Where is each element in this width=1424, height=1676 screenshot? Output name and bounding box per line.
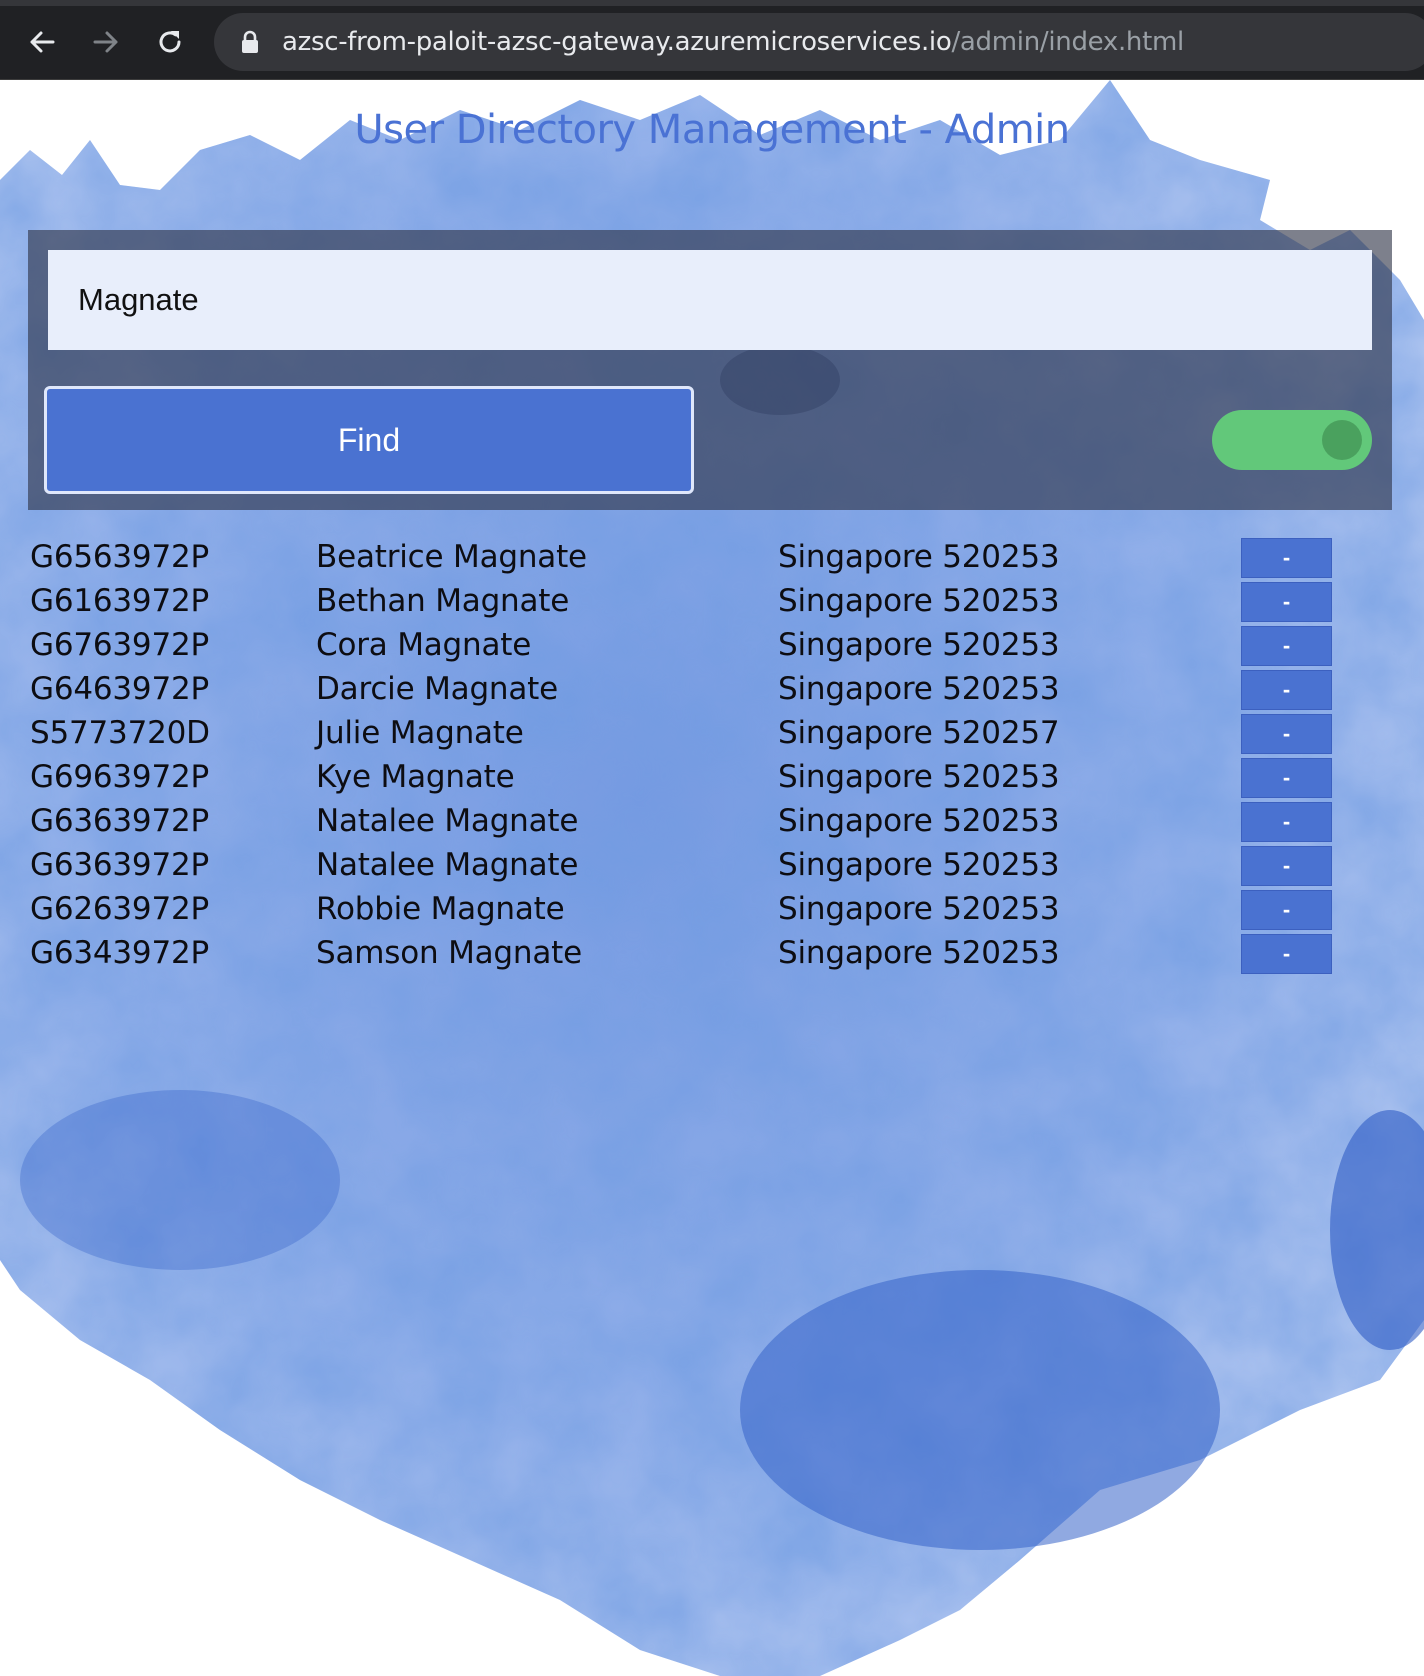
url-host: azsc-from-paloit-azsc-gateway.azuremicro… [282, 27, 952, 57]
user-name: Kye Magnate [316, 759, 515, 795]
user-id: G6763972P [30, 627, 209, 663]
back-arrow-icon[interactable] [20, 20, 64, 64]
lock-icon [242, 30, 258, 53]
result-row: G6343972P Samson Magnate Singapore 520253 - [0, 931, 1424, 975]
result-row: G6463972P Darcie Magnate Singapore 520253 - [0, 667, 1424, 711]
page-viewport: User Directory Management - Admin Find G… [0, 80, 1424, 1676]
user-id: G6343972P [30, 935, 209, 971]
user-id: G6163972P [30, 583, 209, 619]
address-bar[interactable]: azsc-from-paloit-azsc-gateway.azuremicro… [214, 13, 1424, 71]
mode-toggle[interactable] [1212, 410, 1372, 470]
user-name: Bethan Magnate [316, 583, 570, 619]
address-url: azsc-from-paloit-azsc-gateway.azuremicro… [282, 24, 1184, 60]
user-id: S5773720D [30, 715, 210, 751]
search-panel: Find [28, 230, 1392, 510]
user-id: G6363972P [30, 803, 209, 839]
remove-user-button[interactable]: - [1241, 890, 1332, 930]
user-name: Samson Magnate [316, 935, 582, 971]
user-location: Singapore 520257 [778, 715, 1060, 751]
remove-user-button[interactable]: - [1241, 846, 1332, 886]
page-title: User Directory Management - Admin [354, 107, 1070, 153]
user-name: Darcie Magnate [316, 671, 559, 707]
user-location: Singapore 520253 [778, 583, 1060, 619]
user-id: G6263972P [30, 891, 209, 927]
search-input[interactable] [48, 250, 1372, 350]
result-row: G6563972P Beatrice Magnate Singapore 52025… [0, 535, 1424, 579]
result-row: G6363972P Natalee Magnate Singapore 520253… [0, 799, 1424, 843]
user-location: Singapore 520253 [778, 891, 1060, 927]
user-name: Robbie Magnate [316, 891, 565, 927]
result-row: S5773720D Julie Magnate Singapore 520257 - [0, 711, 1424, 755]
user-id: G6563972P [30, 539, 209, 575]
remove-user-button[interactable]: - [1241, 714, 1332, 754]
remove-user-button[interactable]: - [1241, 670, 1332, 710]
user-name: Natalee Magnate [316, 847, 579, 883]
remove-user-button[interactable]: - [1241, 582, 1332, 622]
result-row: G6963972P Kye Magnate Singapore 520253 - [0, 755, 1424, 799]
url-path: /admin/index.html [951, 27, 1184, 57]
remove-user-button[interactable]: - [1241, 934, 1332, 974]
user-id: G6463972P [30, 671, 209, 707]
reload-icon[interactable] [148, 20, 192, 64]
user-location: Singapore 520253 [778, 539, 1060, 575]
user-name: Cora Magnate [316, 627, 532, 663]
user-name: Natalee Magnate [316, 803, 579, 839]
user-id: G6963972P [30, 759, 209, 795]
user-location: Singapore 520253 [778, 759, 1060, 795]
find-button[interactable]: Find [44, 386, 694, 494]
result-row: G6363972P Natalee Magnate Singapore 520253… [0, 843, 1424, 887]
browser-toolbar: azsc-from-paloit-azsc-gateway.azuremicro… [0, 0, 1424, 80]
remove-user-button[interactable]: - [1241, 802, 1332, 842]
user-location: Singapore 520253 [778, 803, 1060, 839]
user-name: Beatrice Magnate [316, 539, 587, 575]
remove-user-button[interactable]: - [1241, 758, 1332, 798]
result-row: G6263972P Robbie Magnate Singapore 520253 - [0, 887, 1424, 931]
user-location: Singapore 520253 [778, 627, 1060, 663]
user-location: Singapore 520253 [778, 847, 1060, 883]
tab-strip-edge [0, 0, 1424, 6]
remove-user-button[interactable]: - [1241, 626, 1332, 666]
user-location: Singapore 520253 [778, 935, 1060, 971]
remove-user-button[interactable]: - [1241, 538, 1332, 578]
user-location: Singapore 520253 [778, 671, 1060, 707]
result-row: G6763972P Cora Magnate Singapore 520253 - [0, 623, 1424, 667]
user-name: Julie Magnate [316, 715, 524, 751]
result-row: G6163972P Bethan Magnate Singapore 520253 - [0, 579, 1424, 623]
toggle-knob [1322, 420, 1362, 460]
forward-arrow-icon[interactable] [84, 20, 128, 64]
user-id: G6363972P [30, 847, 209, 883]
